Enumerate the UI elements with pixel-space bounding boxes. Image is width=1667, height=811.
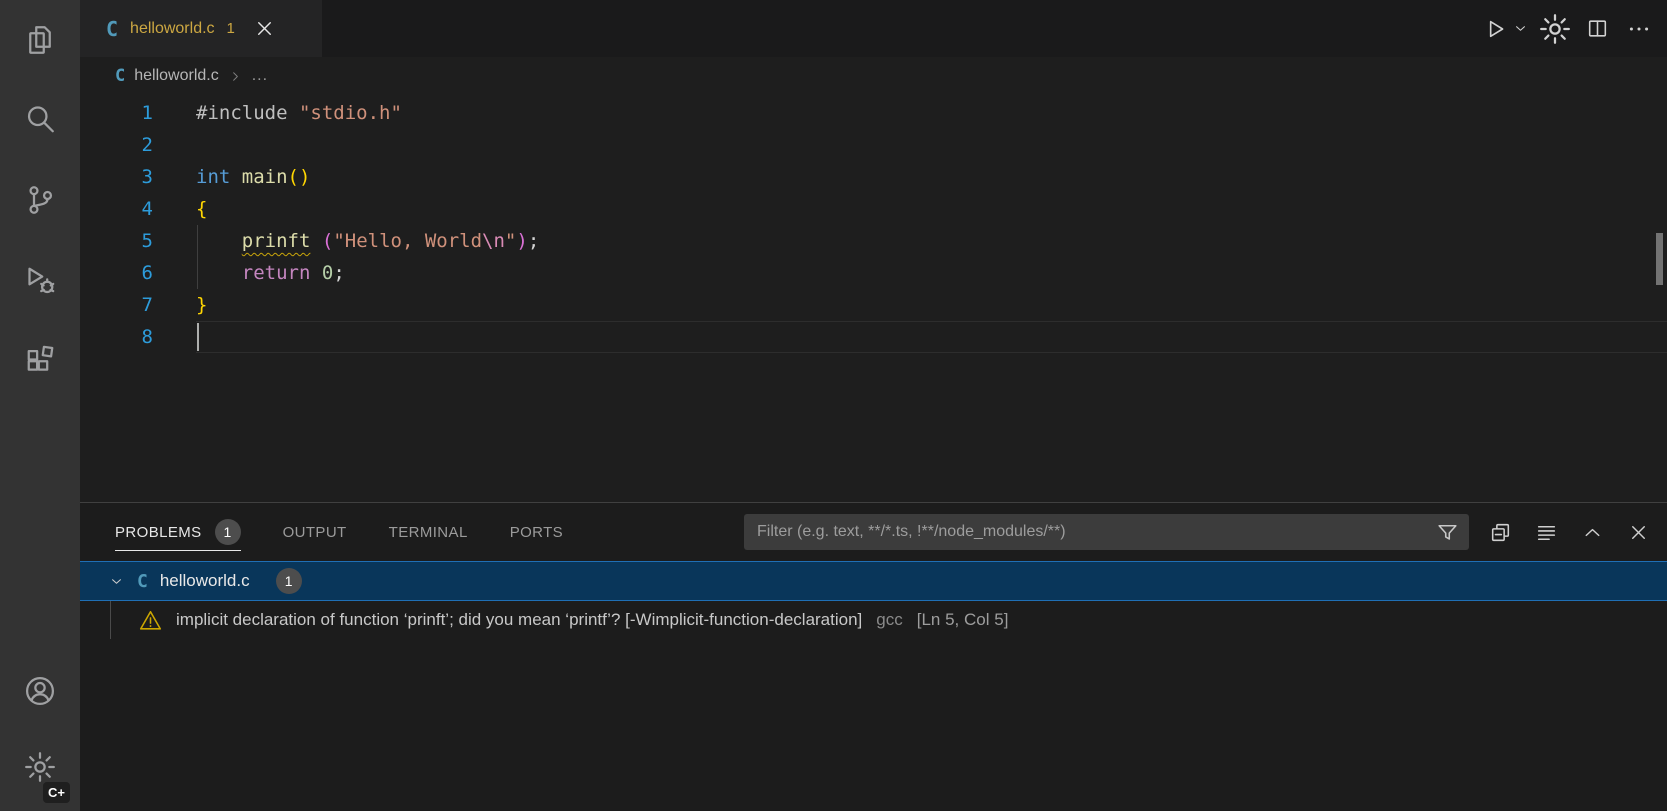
panel-tab-label: OUTPUT xyxy=(283,524,347,541)
warning-icon xyxy=(138,608,163,633)
gear-icon xyxy=(22,749,58,785)
maximize-panel-button[interactable] xyxy=(1577,517,1607,547)
gear-icon xyxy=(1537,11,1573,47)
overview-ruler-mark[interactable] xyxy=(1656,233,1663,285)
split-editor-button[interactable] xyxy=(1581,13,1613,45)
extensions-icon xyxy=(22,342,58,378)
line-number[interactable]: 8 xyxy=(80,321,196,353)
view-as-table-button[interactable] xyxy=(1531,517,1561,547)
tab-helloworld[interactable]: C helloworld.c 1 xyxy=(80,0,322,57)
panel-tab-label: TERMINAL xyxy=(389,524,468,541)
problem-message: implicit declaration of function ‘prinft… xyxy=(176,610,862,630)
problems-filter-input[interactable] xyxy=(744,514,1469,550)
settings-button[interactable] xyxy=(1539,13,1571,45)
line-number[interactable]: 7 xyxy=(80,289,196,321)
collapse-all-button[interactable] xyxy=(1485,517,1515,547)
chevron-right-icon xyxy=(228,69,243,84)
problem-source: gcc xyxy=(876,610,902,630)
chevron-up-icon xyxy=(1581,521,1604,544)
line-number[interactable]: 6 xyxy=(80,257,196,289)
problem-location: [Ln 5, Col 5] xyxy=(917,610,1009,630)
run-dropdown[interactable] xyxy=(1511,13,1529,45)
more-icon xyxy=(1626,16,1652,42)
code-text: { xyxy=(196,193,207,225)
code-line-8[interactable]: 8 xyxy=(80,321,1667,353)
collapse-all-icon xyxy=(1488,520,1513,545)
line-number[interactable]: 1 xyxy=(80,97,196,129)
panel-tab-ports[interactable]: PORTS xyxy=(510,503,563,561)
activity-item-extensions[interactable] xyxy=(14,334,66,386)
run-debug-icon xyxy=(22,262,58,298)
line-number[interactable]: 5 xyxy=(80,225,196,257)
close-tab-icon[interactable] xyxy=(253,17,276,40)
activity-item-account[interactable] xyxy=(14,665,66,717)
explorer-icon xyxy=(22,22,58,58)
code-line-4[interactable]: 4{ xyxy=(80,193,1667,225)
activity-item-manage[interactable]: C+ xyxy=(14,741,66,793)
filter-icon[interactable] xyxy=(1435,520,1460,545)
problems-file-row[interactable]: C helloworld.c 1 xyxy=(80,561,1667,601)
activity-item-source-control[interactable] xyxy=(14,174,66,226)
bottom-panel: PROBLEMS 1 OUTPUT TERMINAL PORTS C helloworl… xyxy=(80,502,1667,811)
code-text: #include "stdio.h" xyxy=(196,97,402,129)
problem-row[interactable]: implicit declaration of function ‘prinft… xyxy=(80,601,1667,639)
code-text: int main() xyxy=(196,161,310,193)
code-text: prinft ("Hello, World\n"); xyxy=(196,225,539,257)
run-button[interactable] xyxy=(1479,13,1511,45)
account-icon xyxy=(22,673,58,709)
close-icon xyxy=(1627,521,1650,544)
code-editor[interactable]: 1#include "stdio.h"23int main()4{5 prinf… xyxy=(80,95,1667,502)
problems-count-badge: 1 xyxy=(276,568,302,594)
breadcrumb: C helloworld.c ... xyxy=(80,57,1667,95)
split-icon xyxy=(1585,16,1610,41)
breadcrumb-file[interactable]: helloworld.c xyxy=(134,67,218,85)
line-number[interactable]: 4 xyxy=(80,193,196,225)
code-line-2[interactable]: 2 xyxy=(80,129,1667,161)
panel-tab-label: PORTS xyxy=(510,524,563,541)
c-file-icon: C xyxy=(115,66,125,86)
list-icon xyxy=(1534,520,1559,545)
more-actions-button[interactable] xyxy=(1623,13,1655,45)
code-line-3[interactable]: 3int main() xyxy=(80,161,1667,193)
code-line-6[interactable]: 6 return 0; xyxy=(80,257,1667,289)
activity-bar: C+ xyxy=(0,0,80,811)
code-line-5[interactable]: 5 prinft ("Hello, World\n"); xyxy=(80,225,1667,257)
c-file-icon: C xyxy=(106,17,118,41)
line-number[interactable]: 3 xyxy=(80,161,196,193)
close-panel-button[interactable] xyxy=(1623,517,1653,547)
search-icon xyxy=(22,102,58,138)
chevron-down-icon[interactable] xyxy=(108,573,125,590)
panel-tab-output[interactable]: OUTPUT xyxy=(283,503,347,561)
code-text: } xyxy=(196,289,207,321)
panel-tab-problems[interactable]: PROBLEMS 1 xyxy=(115,503,241,561)
source-control-icon xyxy=(22,182,58,218)
activity-item-run-debug[interactable] xyxy=(14,254,66,306)
breadcrumb-symbol[interactable]: ... xyxy=(252,67,268,85)
profile-badge: C+ xyxy=(43,782,70,803)
panel-tab-terminal[interactable]: TERMINAL xyxy=(389,503,468,561)
editor-group: C helloworld.c 1 C helloworld.c ... 1#in… xyxy=(80,0,1667,811)
code-text: return 0; xyxy=(196,257,345,289)
chevron-down-icon xyxy=(1512,20,1529,37)
line-number[interactable]: 2 xyxy=(80,129,196,161)
text-cursor xyxy=(197,323,199,351)
code-line-1[interactable]: 1#include "stdio.h" xyxy=(80,97,1667,129)
activity-item-explorer[interactable] xyxy=(14,14,66,66)
panel-tab-badge: 1 xyxy=(215,519,241,545)
tab-bar: C helloworld.c 1 xyxy=(80,0,1667,57)
tab-problems-badge: 1 xyxy=(227,20,235,37)
panel-tab-label: PROBLEMS xyxy=(115,524,202,541)
tab-label: helloworld.c xyxy=(130,20,214,38)
problems-file-label: helloworld.c xyxy=(160,571,250,591)
code-line-7[interactable]: 7} xyxy=(80,289,1667,321)
run-icon xyxy=(1482,16,1508,42)
panel-header: PROBLEMS 1 OUTPUT TERMINAL PORTS xyxy=(80,503,1667,561)
activity-item-search[interactable] xyxy=(14,94,66,146)
c-file-icon: C xyxy=(137,571,148,592)
